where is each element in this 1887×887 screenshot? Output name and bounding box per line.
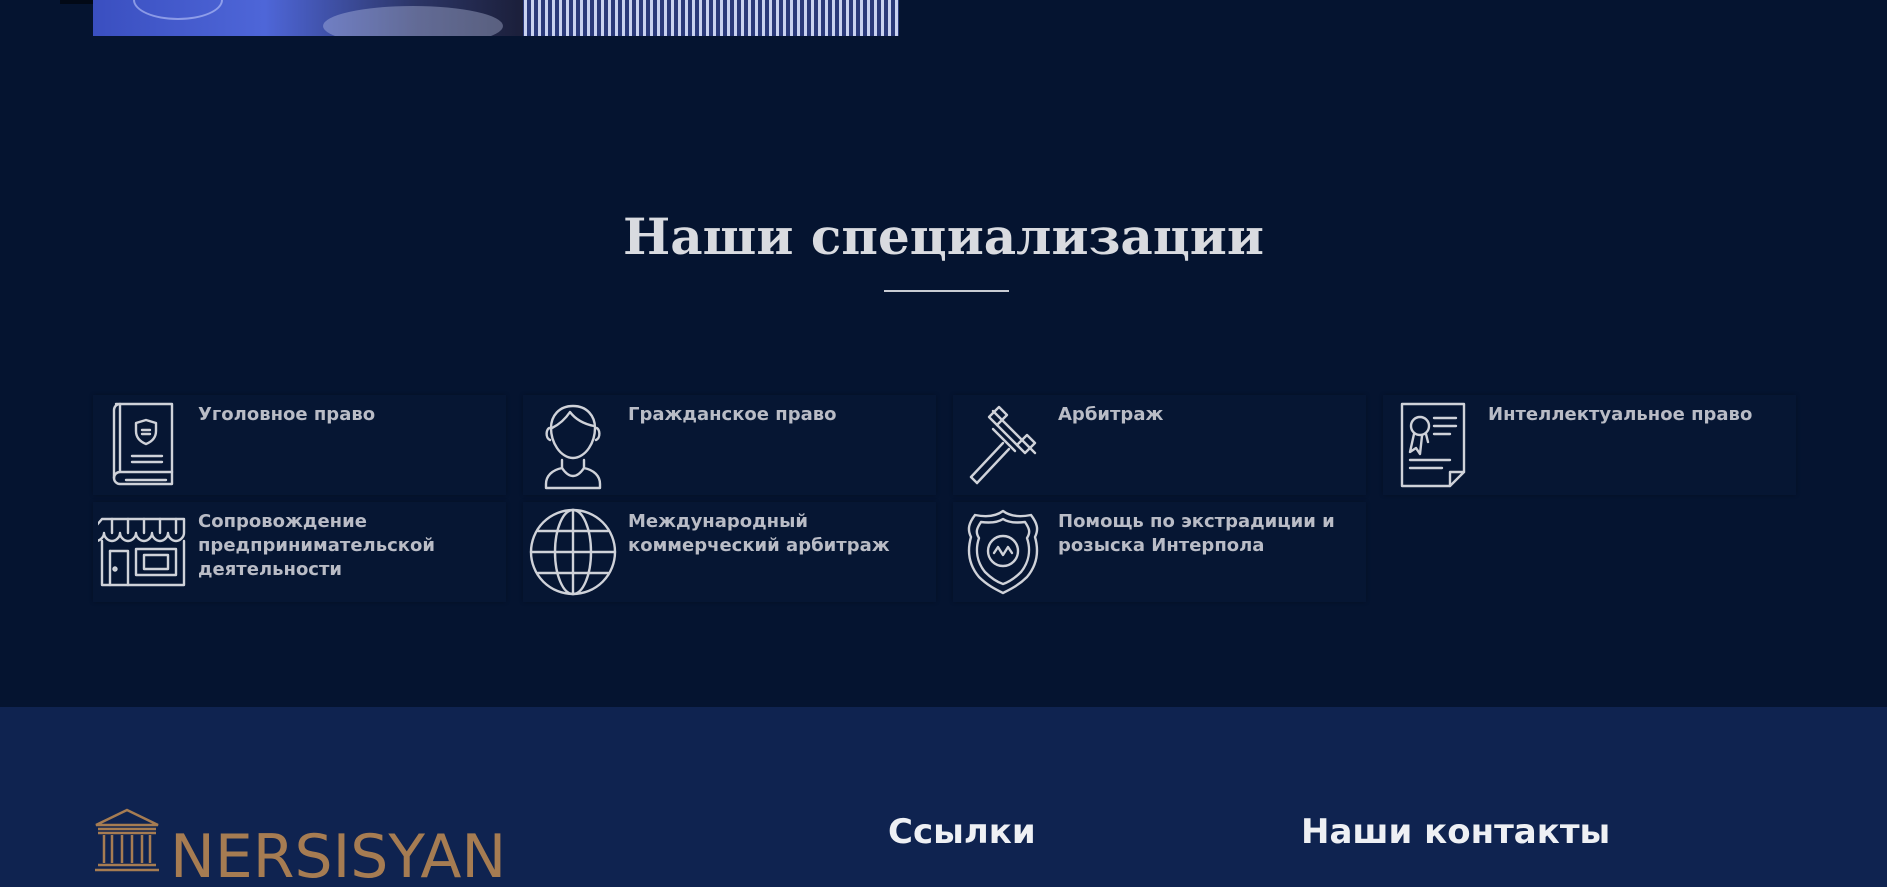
gavel-icon	[953, 395, 1053, 495]
contacts-heading: Наши контакты	[1301, 812, 1611, 852]
photo-corner	[60, 0, 96, 4]
logo-text: NERSISYAN	[170, 822, 507, 887]
specialization-label: Международный коммерческий арбитраж	[628, 511, 890, 556]
specialization-label: Арбитраж	[1058, 404, 1164, 425]
specialization-card-extradition-interpol[interactable]: Помощь по экстрадиции и розыска Интерпол…	[953, 502, 1366, 602]
specialization-label: Интеллектуальное право	[1488, 404, 1753, 425]
specialization-label: Уголовное право	[198, 404, 376, 425]
specialization-card-business-support[interactable]: Сопровождение предпринимательской деятел…	[93, 502, 506, 602]
footer-logo[interactable]: NERSISYAN	[92, 807, 506, 887]
courthouse-icon	[95, 808, 159, 872]
specialization-label: Помощь по экстрадиции и розыска Интерпол…	[1058, 511, 1335, 556]
links-heading: Ссылки	[888, 812, 1036, 852]
specialization-card-criminal-law[interactable]: Уголовное право	[93, 395, 506, 495]
specialization-label: Гражданское право	[628, 404, 837, 425]
title-underline	[884, 290, 1009, 292]
hero-photo	[93, 0, 899, 36]
specialization-card-intellectual-property[interactable]: Интеллектуальное право	[1383, 395, 1796, 495]
footer: NERSISYAN Ссылки Наши контакты	[0, 707, 1887, 887]
storefront-icon	[93, 502, 193, 602]
specialization-card-civil-law[interactable]: Гражданское право	[523, 395, 936, 495]
person-icon	[523, 395, 623, 495]
law-book-icon	[93, 395, 193, 495]
section-title: Наши специализации	[623, 207, 1264, 266]
specialization-card-arbitration[interactable]: Арбитраж	[953, 395, 1366, 495]
specialization-card-international-arbitration[interactable]: Международный коммерческий арбитраж	[523, 502, 936, 602]
certificate-icon	[1383, 395, 1483, 495]
police-badge-icon	[953, 502, 1053, 602]
globe-icon	[523, 502, 623, 602]
specialization-label: Сопровождение предпринимательской деятел…	[198, 511, 435, 580]
